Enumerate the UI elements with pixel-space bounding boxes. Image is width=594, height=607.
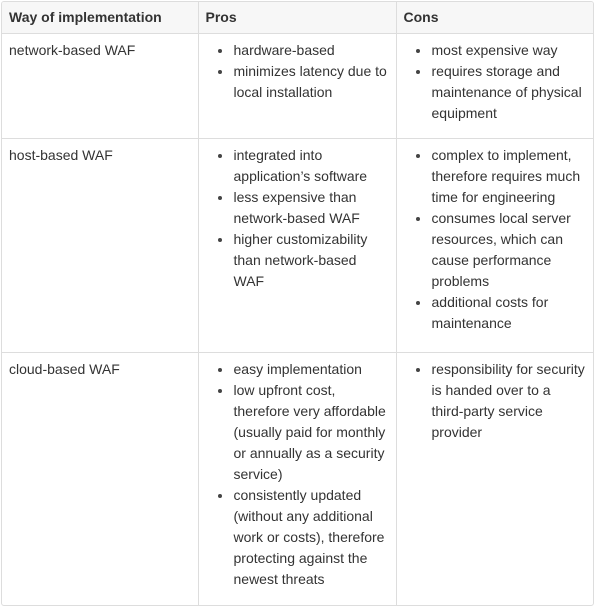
waf-comparison-table-container: Way of implementation Pros Cons network-…: [1, 1, 594, 606]
bullet-icon: [415, 217, 420, 221]
bullet-icon: [217, 238, 222, 242]
list-item: easy implementation: [217, 359, 389, 380]
pros-cell: easy implementation low upfront cost, th…: [198, 352, 397, 605]
cons-cell: most expensive way requires storage and …: [396, 33, 593, 139]
bullet-icon: [415, 301, 420, 305]
implementation-cell: host-based WAF: [2, 138, 199, 353]
list-item: consumes local server resources, which c…: [415, 208, 587, 292]
list-item: additional costs for maintenance: [415, 292, 587, 334]
list-item: higher customizability than network-base…: [217, 229, 389, 292]
bullet-icon: [217, 49, 222, 53]
list-item: minimizes latency due to local installat…: [217, 61, 389, 103]
list-item: less expensive than network-based WAF: [217, 187, 389, 229]
list-item: low upfront cost, therefore very afforda…: [217, 380, 389, 485]
bullet-icon: [217, 154, 222, 158]
pros-list: easy implementation low upfront cost, th…: [206, 359, 389, 590]
pros-list: integrated into application’s software l…: [206, 145, 389, 292]
cons-list: complex to implement, therefore requires…: [404, 145, 587, 334]
bullet-icon: [415, 49, 420, 53]
pros-cell: hardware-based minimizes latency due to …: [198, 33, 397, 139]
cons-list: responsibility for security is handed ov…: [404, 359, 587, 443]
list-item: most expensive way: [415, 40, 587, 61]
implementation-cell: cloud-based WAF: [2, 352, 199, 605]
header-pros: Pros: [198, 2, 397, 34]
table-row: network-based WAF hardware-based minimiz…: [2, 33, 593, 139]
cons-cell: complex to implement, therefore requires…: [396, 138, 593, 353]
bullet-icon: [415, 70, 420, 74]
waf-comparison-table: Way of implementation Pros Cons network-…: [2, 2, 593, 605]
bullet-icon: [217, 494, 222, 498]
bullet-icon: [217, 389, 222, 393]
bullet-icon: [415, 368, 420, 372]
list-item: consistently updated (without any additi…: [217, 485, 389, 590]
list-item: requires storage and maintenance of phys…: [415, 61, 587, 124]
list-item: responsibility for security is handed ov…: [415, 359, 587, 443]
bullet-icon: [217, 70, 222, 74]
pros-list: hardware-based minimizes latency due to …: [206, 40, 389, 103]
bullet-icon: [217, 368, 222, 372]
bullet-icon: [217, 196, 222, 200]
list-item: complex to implement, therefore requires…: [415, 145, 587, 208]
header-cons: Cons: [396, 2, 593, 34]
cons-cell: responsibility for security is handed ov…: [396, 353, 593, 605]
list-item: hardware-based: [217, 40, 389, 61]
list-item: integrated into application’s software: [217, 145, 389, 187]
table-header-row: Way of implementation Pros Cons: [2, 2, 593, 34]
cons-list: most expensive way requires storage and …: [404, 40, 587, 124]
header-way-of-implementation: Way of implementation: [2, 2, 199, 34]
table-row: cloud-based WAF easy implementation low …: [2, 352, 593, 605]
implementation-cell: network-based WAF: [2, 33, 199, 139]
pros-cell: integrated into application’s software l…: [198, 138, 397, 353]
bullet-icon: [415, 154, 420, 158]
table-row: host-based WAF integrated into applicati…: [2, 138, 593, 353]
